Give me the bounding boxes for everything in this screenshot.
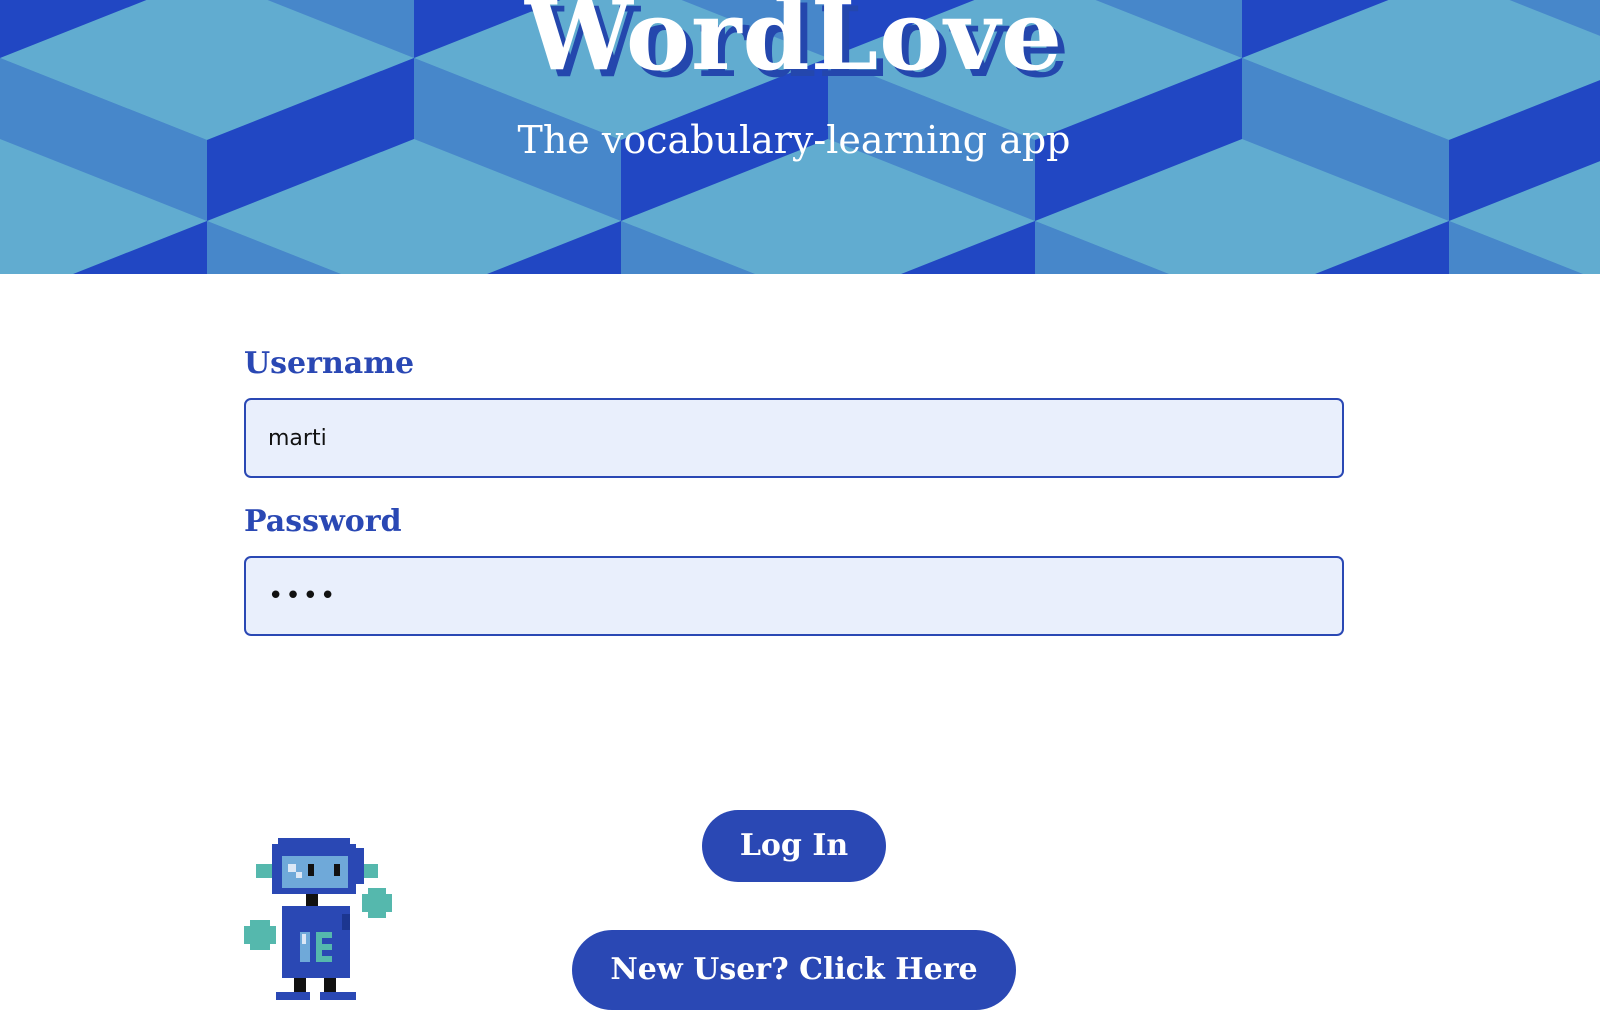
app-title: WordLove bbox=[524, 0, 1064, 92]
app-subtitle: The vocabulary-learning app bbox=[517, 118, 1071, 162]
header-banner: WordLove The vocabulary-learning app bbox=[0, 0, 1600, 274]
new-user-button[interactable]: New User? Click Here bbox=[572, 930, 1016, 1010]
robot-mascot-icon bbox=[244, 838, 392, 1000]
login-form: Username Password bbox=[244, 344, 1344, 660]
password-label: Password bbox=[244, 504, 402, 539]
username-input[interactable] bbox=[244, 398, 1344, 478]
password-input[interactable] bbox=[244, 556, 1344, 636]
login-button[interactable]: Log In bbox=[702, 810, 886, 882]
username-label: Username bbox=[244, 346, 415, 381]
